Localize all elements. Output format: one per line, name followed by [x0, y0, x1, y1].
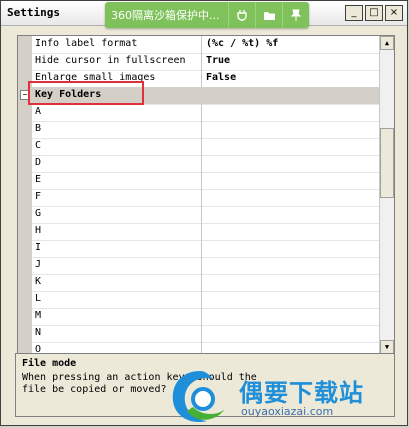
key-folder-row[interactable]: K	[18, 274, 379, 292]
close-button[interactable]: ×	[385, 5, 403, 21]
watermark-logo-icon	[172, 371, 225, 423]
key-folder-row[interactable]: D	[18, 155, 379, 173]
property-row-hide-cursor[interactable]: Hide cursor in fullscreen True	[18, 53, 379, 71]
key-folder-row[interactable]: I	[18, 240, 379, 258]
key-folder-row[interactable]: N	[18, 325, 379, 343]
property-name: Hide cursor in fullscreen	[32, 53, 202, 70]
key-folder-row[interactable]: B	[18, 121, 379, 139]
key-folder-row[interactable]: L	[18, 291, 379, 309]
key-folder-row[interactable]: J	[18, 257, 379, 275]
watermark-url: ouyaoxiazai.com	[241, 405, 334, 418]
property-name: Info label format	[32, 36, 202, 53]
sandbox-status-text: 360隔离沙箱保护中...	[111, 9, 220, 22]
plug-icon[interactable]	[228, 2, 255, 28]
window-controls: _ □ ×	[345, 5, 403, 21]
scroll-thumb[interactable]	[380, 128, 394, 198]
highlight-box	[28, 81, 144, 105]
key-folder-row[interactable]: G	[18, 206, 379, 224]
watermark-brand: 偶要下载站	[239, 379, 364, 407]
scroll-down-icon[interactable]: ▼	[380, 340, 394, 354]
key-folder-row[interactable]: F	[18, 189, 379, 207]
property-value[interactable]: (%c / %t) %f	[202, 36, 278, 53]
scroll-up-icon[interactable]: ▲	[380, 36, 394, 50]
key-folder-row[interactable]: A	[18, 104, 379, 122]
window-title: Settings	[7, 6, 60, 19]
vertical-scrollbar[interactable]: ▲ ▼	[379, 36, 394, 354]
key-folder-row[interactable]: C	[18, 138, 379, 156]
property-value[interactable]: False	[202, 70, 236, 87]
folder-icon[interactable]	[255, 2, 282, 28]
property-value[interactable]: True	[202, 53, 230, 70]
key-folder-row[interactable]: H	[18, 223, 379, 241]
settings-window: Settings _ □ × 360隔离沙箱保护中... Info label …	[0, 0, 408, 426]
pin-icon[interactable]	[282, 2, 309, 28]
minimize-button[interactable]: _	[345, 5, 363, 21]
maximize-button[interactable]: □	[365, 5, 383, 21]
key-folder-row[interactable]: E	[18, 172, 379, 190]
sandbox-overlay-bar: 360隔离沙箱保护中...	[105, 2, 309, 28]
key-folder-row[interactable]: M	[18, 308, 379, 326]
property-row-info-label-format[interactable]: Info label format (%c / %t) %f	[18, 36, 379, 54]
